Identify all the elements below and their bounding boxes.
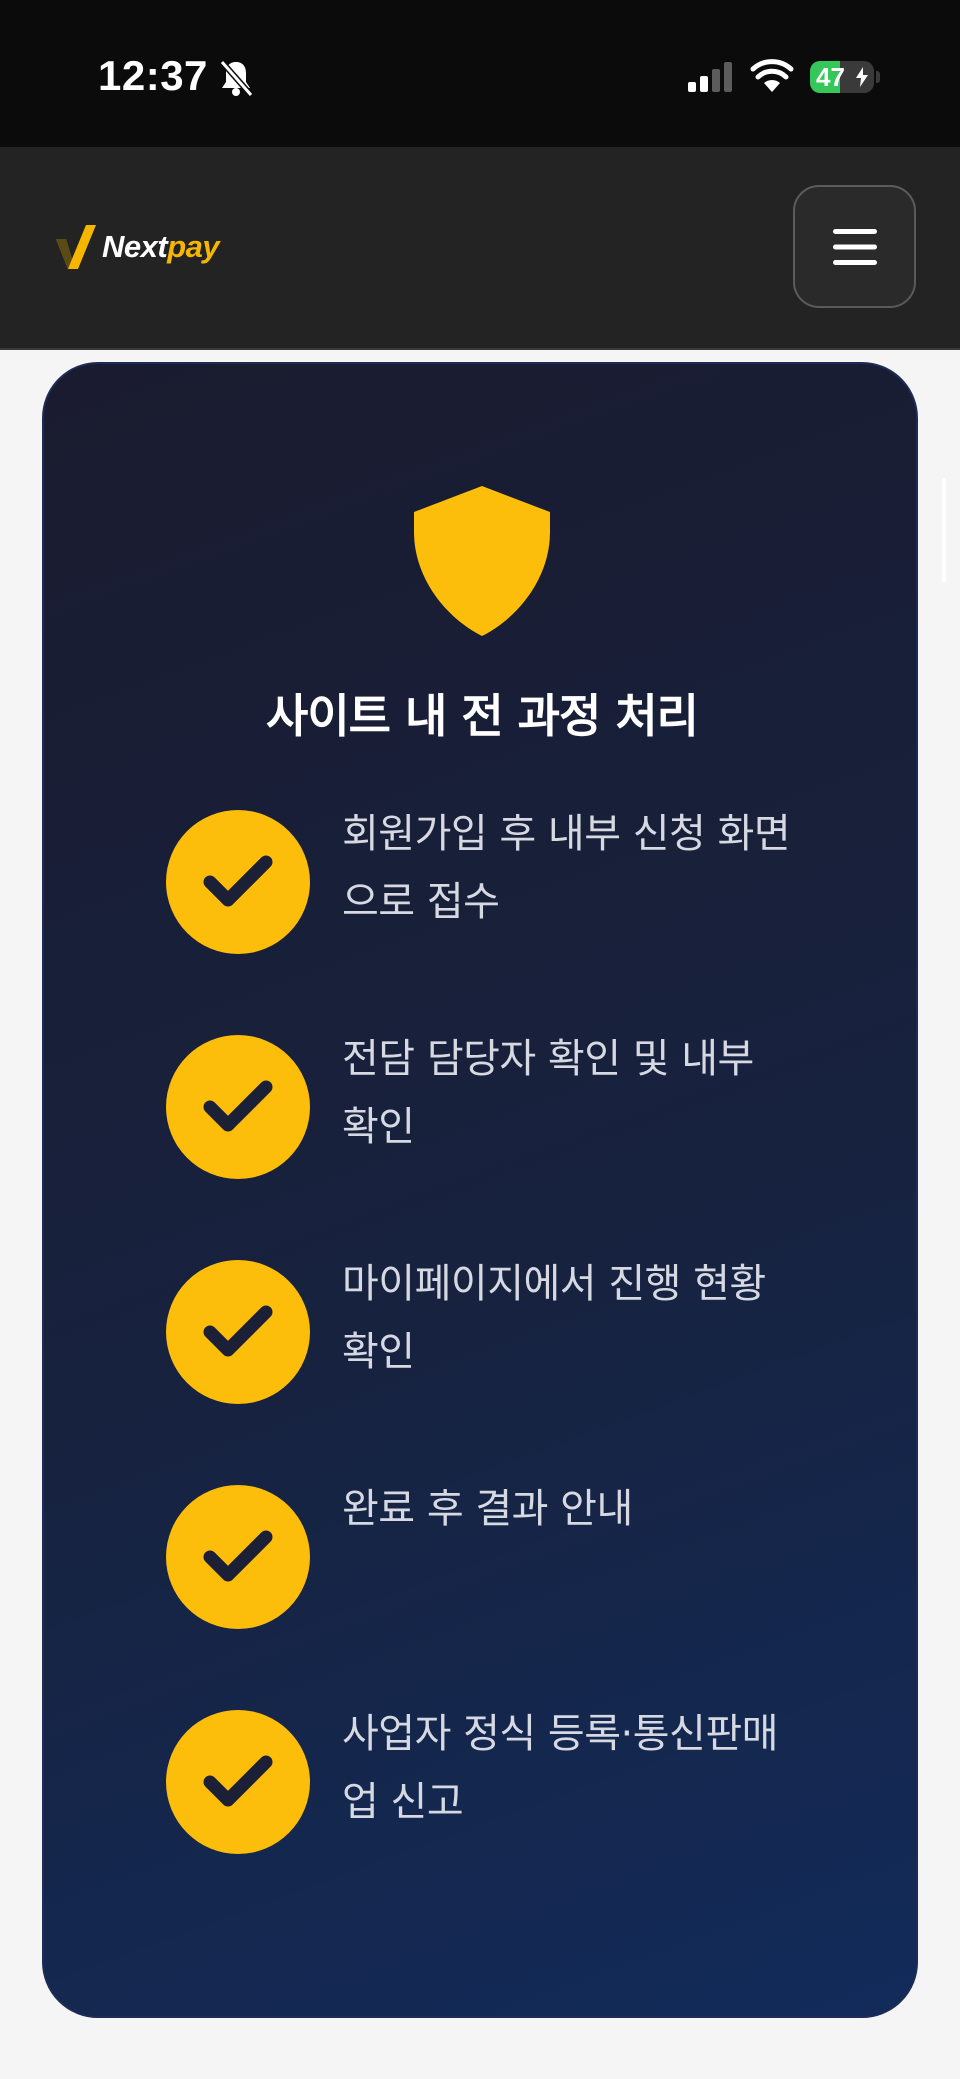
nextpay-logo-mark-icon [56,225,96,269]
bell-slash-icon [218,58,254,98]
scroll-indicator [942,478,946,582]
list-item-text: 완료 후 결과 안내 [342,1486,633,1532]
menu-button[interactable] [793,185,916,308]
list-item: 완료 후 결과 안내 [166,1485,806,1629]
status-time: 12:37 [98,52,208,99]
wifi-icon [750,58,794,96]
list-item-text: 전담 담당자 확인 및 내부 확인 [342,1036,754,1150]
shield-icon [414,486,550,636]
check-icon [166,1485,310,1629]
cellular-signal-icon [688,60,734,96]
list-item: 회원가입 후 내부 신청 화면으로 접수 [166,810,806,954]
list-item-text: 마이페이지에서 진행 현황 확인 [342,1261,766,1375]
check-icon [166,1710,310,1854]
list-item-text: 회원가입 후 내부 신청 화면으로 접수 [342,811,791,925]
list-item: 마이페이지에서 진행 현황 확인 [166,1260,806,1404]
list-item-text: 사업자 정식 등록·통신판매업 신고 [342,1711,778,1825]
card-title: 사이트 내 전 과정 처리 [266,689,699,743]
check-icon [166,1260,310,1404]
charging-bolt-icon [856,67,868,87]
check-icon [166,810,310,954]
site-header: Nextpay [0,147,960,350]
battery-tip [876,71,880,83]
check-icon [166,1035,310,1179]
process-card: 사이트 내 전 과정 처리 회원가입 후 내부 신청 화면으로 접수 전담 담당… [42,362,918,2018]
nextpay-logo[interactable]: Nextpay [56,217,220,277]
list-item: 전담 담당자 확인 및 내부 확인 [166,1035,806,1179]
logo-wordmark: Nextpay [102,229,220,264]
status-bar: 12:37 47 [0,0,960,147]
list-item: 사업자 정식 등록·통신판매업 신고 [166,1710,806,1854]
hamburger-menu-icon [832,228,877,265]
battery-charging-icon: 47 [810,61,874,93]
